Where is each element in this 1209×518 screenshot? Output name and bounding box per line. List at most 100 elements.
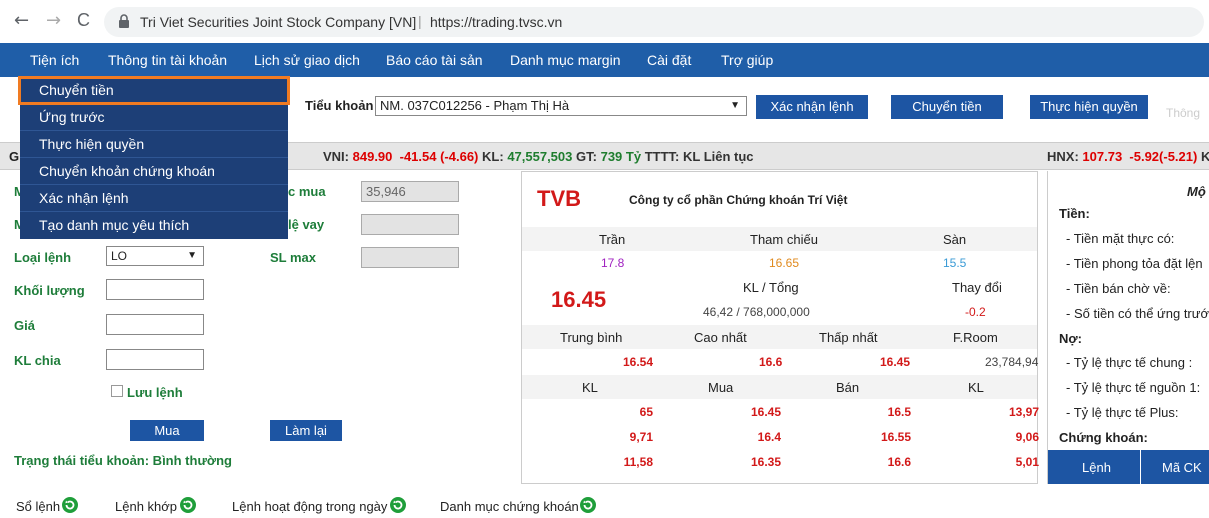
gt-label: GT: [576,149,597,164]
book-row-1-buy-vol: 65 [639,405,653,419]
sub-account-value: NM. 037C012256 - Phạm Thị Hà [380,98,570,113]
book-header-buy-vol: KL [582,380,598,395]
refresh-icon[interactable] [580,497,596,513]
refresh-icon[interactable] [62,497,78,513]
book-row-1-buy: 16.45 [750,405,781,419]
buying-power-field: 35,946 [361,181,459,202]
book-row-3-sell-vol: 5,01 [1015,455,1039,469]
back-arrow-icon[interactable]: ← [14,10,29,31]
tab-active-orders[interactable]: Lệnh hoạt động trong ngày [232,499,387,514]
change-value: -0.2 [965,305,986,319]
refresh-icon[interactable] [180,497,196,513]
hnx-change: -5.92(-5.21) [1129,149,1198,164]
avg-label: Trung bình [560,330,623,345]
tab-orders[interactable]: Lệnh [1082,460,1111,475]
lock-icon [119,14,129,28]
menu-asset-report[interactable]: Báo cáo tài sản [386,52,483,68]
dropdown-item-exercise-rights[interactable]: Thực hiện quyền [20,131,288,158]
tttt-label: TTTT: [644,149,680,164]
debt-heading: Nợ: [1059,331,1082,346]
dropdown-item-advance[interactable]: Ứng trước [20,104,288,131]
floor-label: Sàn [943,232,967,247]
stock-heading: Chứng khoán: [1059,430,1148,445]
menu-settings[interactable]: Cài đặt [647,52,691,68]
tab-portfolio[interactable]: Danh mục chứng khoán [440,499,579,514]
browser-toolbar: ← → C Tri Viet Securities Joint Stock Co… [0,0,1209,42]
menu-utilities[interactable]: Tiện ích [30,52,79,68]
ref-price: 16.65 [769,256,800,270]
book-row-2-buy: 16.4 [757,430,781,444]
volume-input[interactable] [106,279,204,300]
menu-account-info[interactable]: Thông tin tài khoản [108,52,227,68]
reset-button[interactable]: Làm lại [270,420,342,441]
exercise-rights-button[interactable]: Thực hiện quyền [1030,95,1148,119]
debt-item: - Tỷ lệ thực tế chung : [1066,355,1193,370]
menu-trade-history[interactable]: Lịch sử giao dịch [254,52,360,68]
kl-label: KL: [482,149,504,164]
book-header-sell-vol: KL [968,380,984,395]
tab-stock-code[interactable]: Mã CK [1162,460,1202,475]
cash-item: - Tiền mặt thực có: [1066,231,1175,246]
faded-label: Thông [1166,106,1201,120]
loan-ratio-field [361,214,459,235]
kl-value: 47,557,503 [507,149,573,164]
volume-total-label: KL / Tổng [743,280,799,295]
order-book-header [522,375,1037,399]
cash-item: - Tiền bán chờ về: [1066,281,1171,296]
split-volume-input[interactable] [106,349,204,370]
froom-value: 23,784,94 [985,355,1039,369]
book-row-2-sell-vol: 9,06 [1015,430,1039,444]
summary-partial-title: Mộ [1187,184,1206,199]
high-label: Cao nhất [694,330,747,345]
sub-account-select[interactable]: NM. 037C012256 - Phạm Thị Hà ▼ [375,96,747,116]
debt-item: - Tỷ lệ thực tế Plus: [1066,405,1179,420]
hnx-index-line: HNX: 107.73 -5.92(-5.21) KL: 1 [1047,149,1209,164]
book-row-1-sell-vol: 13,97 [1008,405,1039,419]
ceiling-price: 17.8 [601,256,625,270]
change-label: Thay đổi [952,280,1002,295]
cash-heading: Tiền: [1059,206,1090,221]
low-value: 16.45 [880,355,911,369]
price-label: Giá [14,318,35,333]
book-header-sell: Bán [836,380,860,395]
sl-max-label: SL max [270,250,317,265]
book-row-1-sell: 16.5 [887,405,911,419]
tab-matched-orders[interactable]: Lệnh khớp [115,499,177,514]
volume-total-value: 46,42 / 768,000,000 [703,305,810,319]
menu-margin-list[interactable]: Danh mục margin [510,52,621,68]
confirm-order-button[interactable]: Xác nhận lệnh [756,95,868,119]
stock-ticker: TVB [537,186,581,211]
debt-item: - Tỷ lệ thực tế nguồn 1: [1066,380,1201,395]
save-order-checkbox[interactable] [111,385,123,397]
sub-account-label: Tiểu khoản [305,98,374,113]
menu-help[interactable]: Trợ giúp [721,52,773,68]
split-volume-label: KL chia [14,353,61,368]
book-row-2-sell: 16.55 [880,430,911,444]
tab-order-book[interactable]: Sổ lệnh [16,499,60,514]
dropdown-item-confirm-order[interactable]: Xác nhận lệnh [20,185,288,212]
market-partial-label: G [9,149,20,164]
order-type-label: Loại lệnh [14,250,72,265]
book-row-2-buy-vol: 9,71 [629,430,653,444]
vni-value: 849.90 [352,149,393,164]
forward-arrow-icon[interactable]: → [46,10,61,31]
transfer-money-button[interactable]: Chuyển tiền [891,95,1003,119]
hnx-kl: KL: 1 [1200,149,1209,164]
refresh-icon[interactable] [390,497,406,513]
ref-label: Tham chiếu [750,232,818,247]
ceiling-label: Trần [599,232,626,247]
volume-label: Khối lượng [14,283,85,298]
dropdown-item-create-watchlist[interactable]: Tạo danh mục yêu thích [20,212,288,239]
reload-icon[interactable]: C [77,10,90,31]
save-order-label: Lưu lệnh [127,385,183,400]
froom-label: F.Room [953,330,998,345]
price-input[interactable] [106,314,204,335]
order-type-value: LO [111,249,128,263]
url-text[interactable]: https://trading.tvsc.vn [430,14,562,30]
book-row-3-sell: 16.6 [887,455,911,469]
dropdown-item-stock-transfer[interactable]: Chuyển khoản chứng khoán [20,158,288,185]
buy-button[interactable]: Mua [130,420,204,441]
site-identity: Tri Viet Securities Joint Stock Company … [140,14,417,30]
order-type-select[interactable]: LO ▼ [106,246,204,266]
company-name: Công ty cổ phần Chứng khoán Trí Việt [629,193,848,207]
